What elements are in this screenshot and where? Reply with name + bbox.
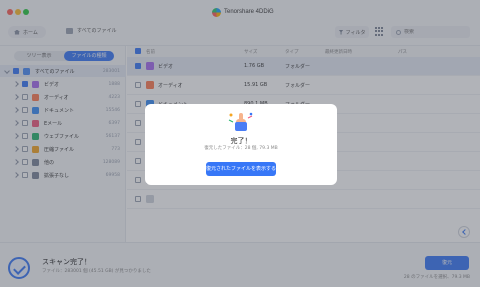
dialog-info: 復元したファイル：28 個, 79.3 MB	[204, 146, 278, 151]
app-window: Tenorshare 4DDiG ホーム すべてのファイル フィルタ ツリー表示…	[0, 0, 480, 287]
completion-dialog: 完了！ 復元したファイル：28 個, 79.3 MB 復元されたファイルを表示す…	[145, 104, 337, 185]
view-recovered-files-button[interactable]: 復元されたファイルを表示する	[206, 162, 276, 176]
thumbs-up-illustration-icon	[228, 112, 253, 131]
